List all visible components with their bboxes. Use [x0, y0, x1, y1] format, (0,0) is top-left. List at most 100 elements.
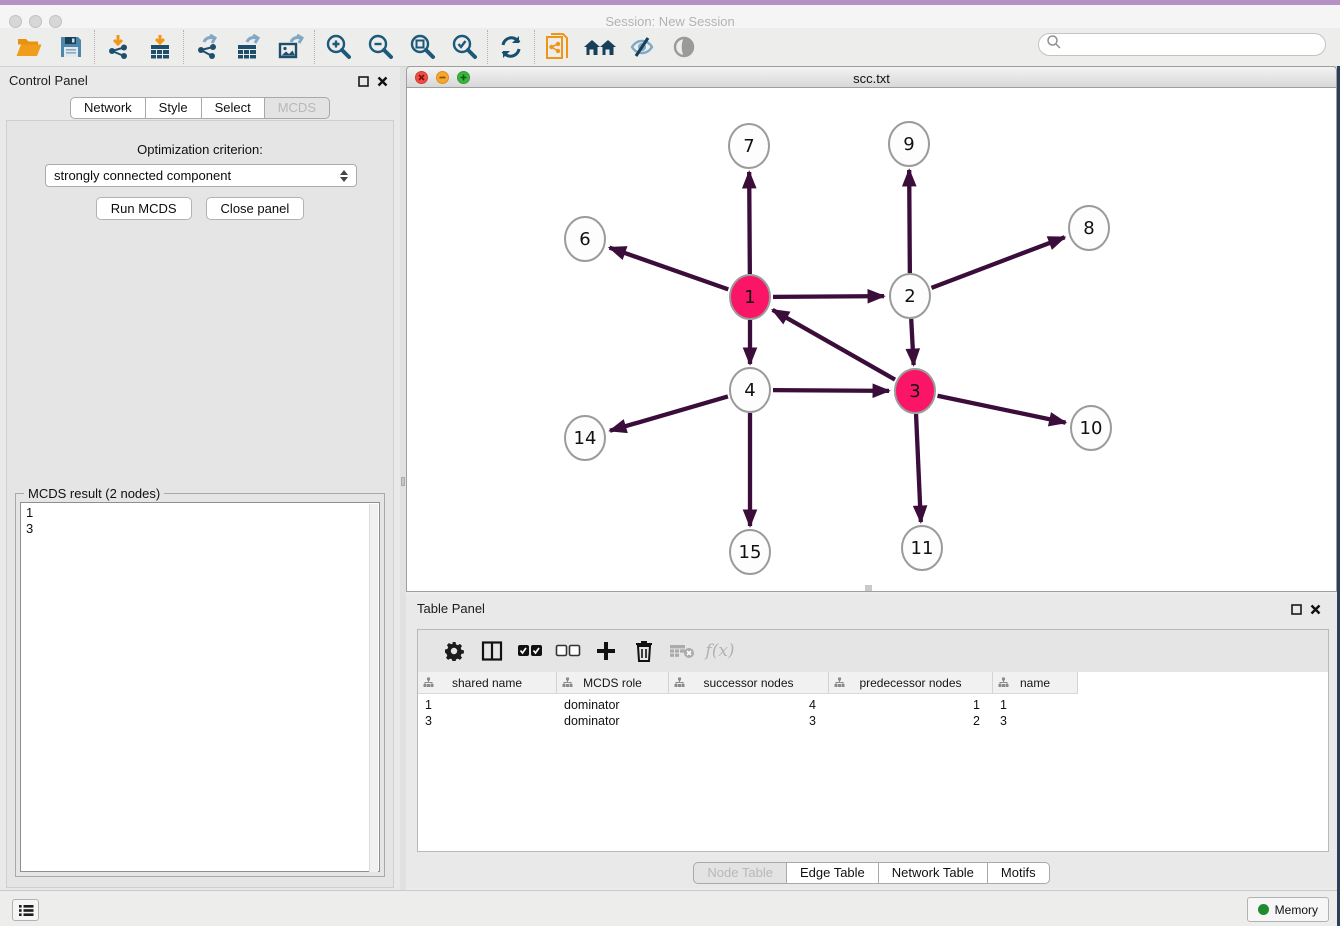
graph-edge-2-3[interactable]: [911, 319, 913, 365]
mcds-result-text[interactable]: 1 3: [20, 502, 380, 872]
graph-edge-2-8[interactable]: [932, 237, 1065, 288]
select-all-icon[interactable]: [511, 636, 549, 666]
column-label: predecessor nodes: [859, 676, 961, 690]
control-panel: Control Panel Network Style Select MCDS …: [0, 67, 400, 890]
mcds-result-group: MCDS result (2 nodes) 1 3: [15, 493, 385, 877]
toolbar-separator: [314, 30, 315, 64]
search-input[interactable]: [1038, 33, 1326, 56]
deselect-all-icon[interactable]: [549, 636, 587, 666]
tab-network[interactable]: Network: [70, 97, 146, 119]
search-icon: [1046, 34, 1062, 55]
column-header-successor-nodes[interactable]: successor nodes: [669, 672, 829, 694]
tab-node-table[interactable]: Node Table: [693, 862, 787, 884]
zoom-in-icon[interactable]: [317, 31, 359, 63]
table-row[interactable]: 3dominator323: [418, 714, 1328, 730]
float-panel-icon[interactable]: [1291, 602, 1302, 620]
home-icon[interactable]: [579, 31, 621, 63]
titlebar: Session: New Session: [0, 5, 1340, 28]
table-toolbar: f(x): [418, 630, 1328, 672]
network-view-window: scc.txt 7968124314101511: [406, 66, 1337, 592]
result-scrollbar[interactable]: [369, 504, 378, 872]
table-cell: 4: [669, 698, 829, 714]
control-panel-title: Control Panel: [9, 73, 88, 88]
status-bar: Memory: [0, 890, 1340, 926]
control-panel-tabs: Network Style Select MCDS: [0, 97, 400, 119]
import-network-icon[interactable]: [97, 31, 139, 63]
graph-edge-3-1[interactable]: [773, 310, 895, 380]
graph-edge-2-9[interactable]: [909, 170, 910, 273]
graph-node-label-2: 2: [904, 286, 915, 307]
mcds-result-title: MCDS result (2 nodes): [24, 486, 164, 501]
tab-network-table[interactable]: Network Table: [879, 862, 988, 884]
graph-node-label-6: 6: [579, 229, 590, 250]
graph-edge-3-10[interactable]: [938, 396, 1066, 423]
export-network-icon[interactable]: [186, 31, 228, 63]
graph-node-label-14: 14: [574, 428, 597, 449]
add-row-icon[interactable]: [587, 636, 625, 666]
tree-sort-icon: [998, 677, 1009, 691]
import-table-icon[interactable]: [139, 31, 181, 63]
tab-edge-table[interactable]: Edge Table: [787, 862, 879, 884]
divider-handle-icon[interactable]: [401, 477, 405, 486]
column-header-name[interactable]: name: [993, 672, 1078, 694]
clone-network-icon[interactable]: [537, 31, 579, 63]
table-cell: 1: [418, 698, 557, 714]
graph-node-label-4: 4: [744, 380, 755, 401]
network-window-title: scc.txt: [407, 71, 1336, 86]
graph-node-label-3: 3: [909, 381, 920, 402]
close-panel-icon[interactable]: [377, 74, 388, 92]
gear-icon[interactable]: [435, 636, 473, 666]
export-table-icon[interactable]: [228, 31, 270, 63]
tree-sort-icon: [834, 677, 845, 691]
criterion-dropdown[interactable]: strongly connected component: [45, 164, 357, 187]
columns-icon[interactable]: [473, 636, 511, 666]
table-tabs: Node Table Edge Table Network Table Moti…: [406, 862, 1337, 884]
node-table: f(x) shared nameMCDS rolesuccessor nodes…: [417, 629, 1329, 852]
graph-edge-4-14[interactable]: [610, 396, 728, 430]
column-header-shared-name[interactable]: shared name: [418, 672, 557, 694]
task-history-button[interactable]: [12, 899, 39, 921]
tab-mcds[interactable]: MCDS: [265, 97, 330, 119]
column-header-predecessor-nodes[interactable]: predecessor nodes: [829, 672, 993, 694]
open-file-icon[interactable]: [8, 31, 50, 63]
graph-edge-3-11[interactable]: [916, 414, 921, 522]
save-icon[interactable]: [50, 31, 92, 63]
graph-node-label-8: 8: [1083, 218, 1094, 239]
run-mcds-button[interactable]: Run MCDS: [96, 197, 192, 220]
network-window-titlebar[interactable]: scc.txt: [406, 66, 1337, 88]
trash-icon[interactable]: [625, 636, 663, 666]
export-image-icon[interactable]: [270, 31, 312, 63]
graph-edge-1-2[interactable]: [773, 296, 884, 297]
zoom-selected-icon[interactable]: [443, 31, 485, 63]
stepper-icon: [340, 170, 348, 182]
table-row[interactable]: 1dominator411: [418, 698, 1328, 714]
delete-table-icon[interactable]: [663, 636, 701, 666]
tree-sort-icon: [423, 677, 434, 691]
hide-panel-icon[interactable]: [621, 31, 663, 63]
tab-style[interactable]: Style: [146, 97, 202, 119]
zoom-fit-icon[interactable]: [401, 31, 443, 63]
tab-motifs[interactable]: Motifs: [988, 862, 1050, 884]
graph-edge-1-7[interactable]: [749, 172, 750, 274]
column-label: name: [1020, 676, 1050, 690]
graph-node-label-7: 7: [743, 136, 754, 157]
result-line: 1: [26, 505, 379, 521]
graph-edge-1-6[interactable]: [610, 248, 729, 290]
close-panel-button[interactable]: Close panel: [206, 197, 305, 220]
network-canvas[interactable]: 7968124314101511: [406, 88, 1337, 592]
table-header-row: shared nameMCDS rolesuccessor nodes prede…: [418, 672, 1078, 694]
function-icon[interactable]: f(x): [701, 636, 739, 666]
graph-edge-4-3[interactable]: [773, 390, 889, 391]
canvas-scrollbar-thumb[interactable]: [865, 585, 872, 591]
tab-select[interactable]: Select: [202, 97, 265, 119]
eye-icon[interactable]: [663, 31, 705, 63]
refresh-layout-icon[interactable]: [490, 31, 532, 63]
tree-sort-icon: [562, 677, 573, 691]
zoom-out-icon[interactable]: [359, 31, 401, 63]
float-panel-icon[interactable]: [358, 74, 369, 92]
column-header-MCDS-role[interactable]: MCDS role: [557, 672, 669, 694]
criterion-value: strongly connected component: [54, 168, 231, 183]
close-panel-icon[interactable]: [1310, 602, 1321, 620]
memory-button[interactable]: Memory: [1247, 897, 1329, 922]
table-cell: 2: [829, 714, 993, 730]
